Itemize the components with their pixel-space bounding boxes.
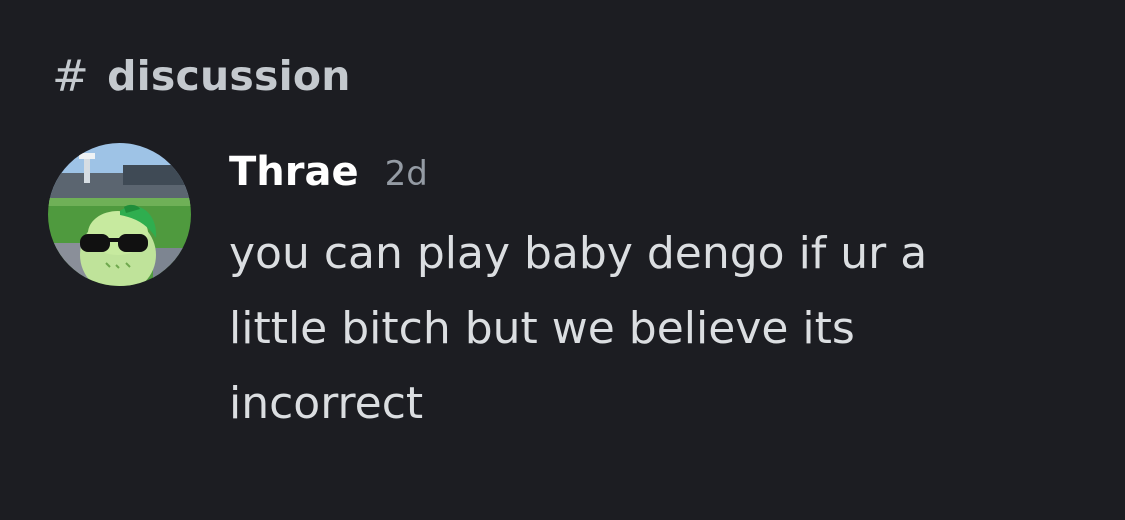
avatar-image-icon bbox=[48, 143, 191, 286]
message-content: you can play baby dengo if ur a little b… bbox=[229, 228, 928, 429]
timestamp[interactable]: 2d bbox=[385, 154, 428, 194]
channel-header[interactable]: # discussion bbox=[52, 50, 351, 102]
message-body: Thrae 2d you can play baby dengo if ur a… bbox=[229, 149, 1029, 441]
message-header: Thrae 2d bbox=[229, 149, 1029, 205]
username[interactable]: Thrae bbox=[229, 149, 359, 195]
message-item: Thrae 2d you can play baby dengo if ur a… bbox=[48, 143, 1088, 443]
avatar[interactable] bbox=[48, 143, 191, 286]
channel-hash-icon: # bbox=[52, 50, 90, 102]
channel-name: discussion bbox=[107, 52, 351, 100]
